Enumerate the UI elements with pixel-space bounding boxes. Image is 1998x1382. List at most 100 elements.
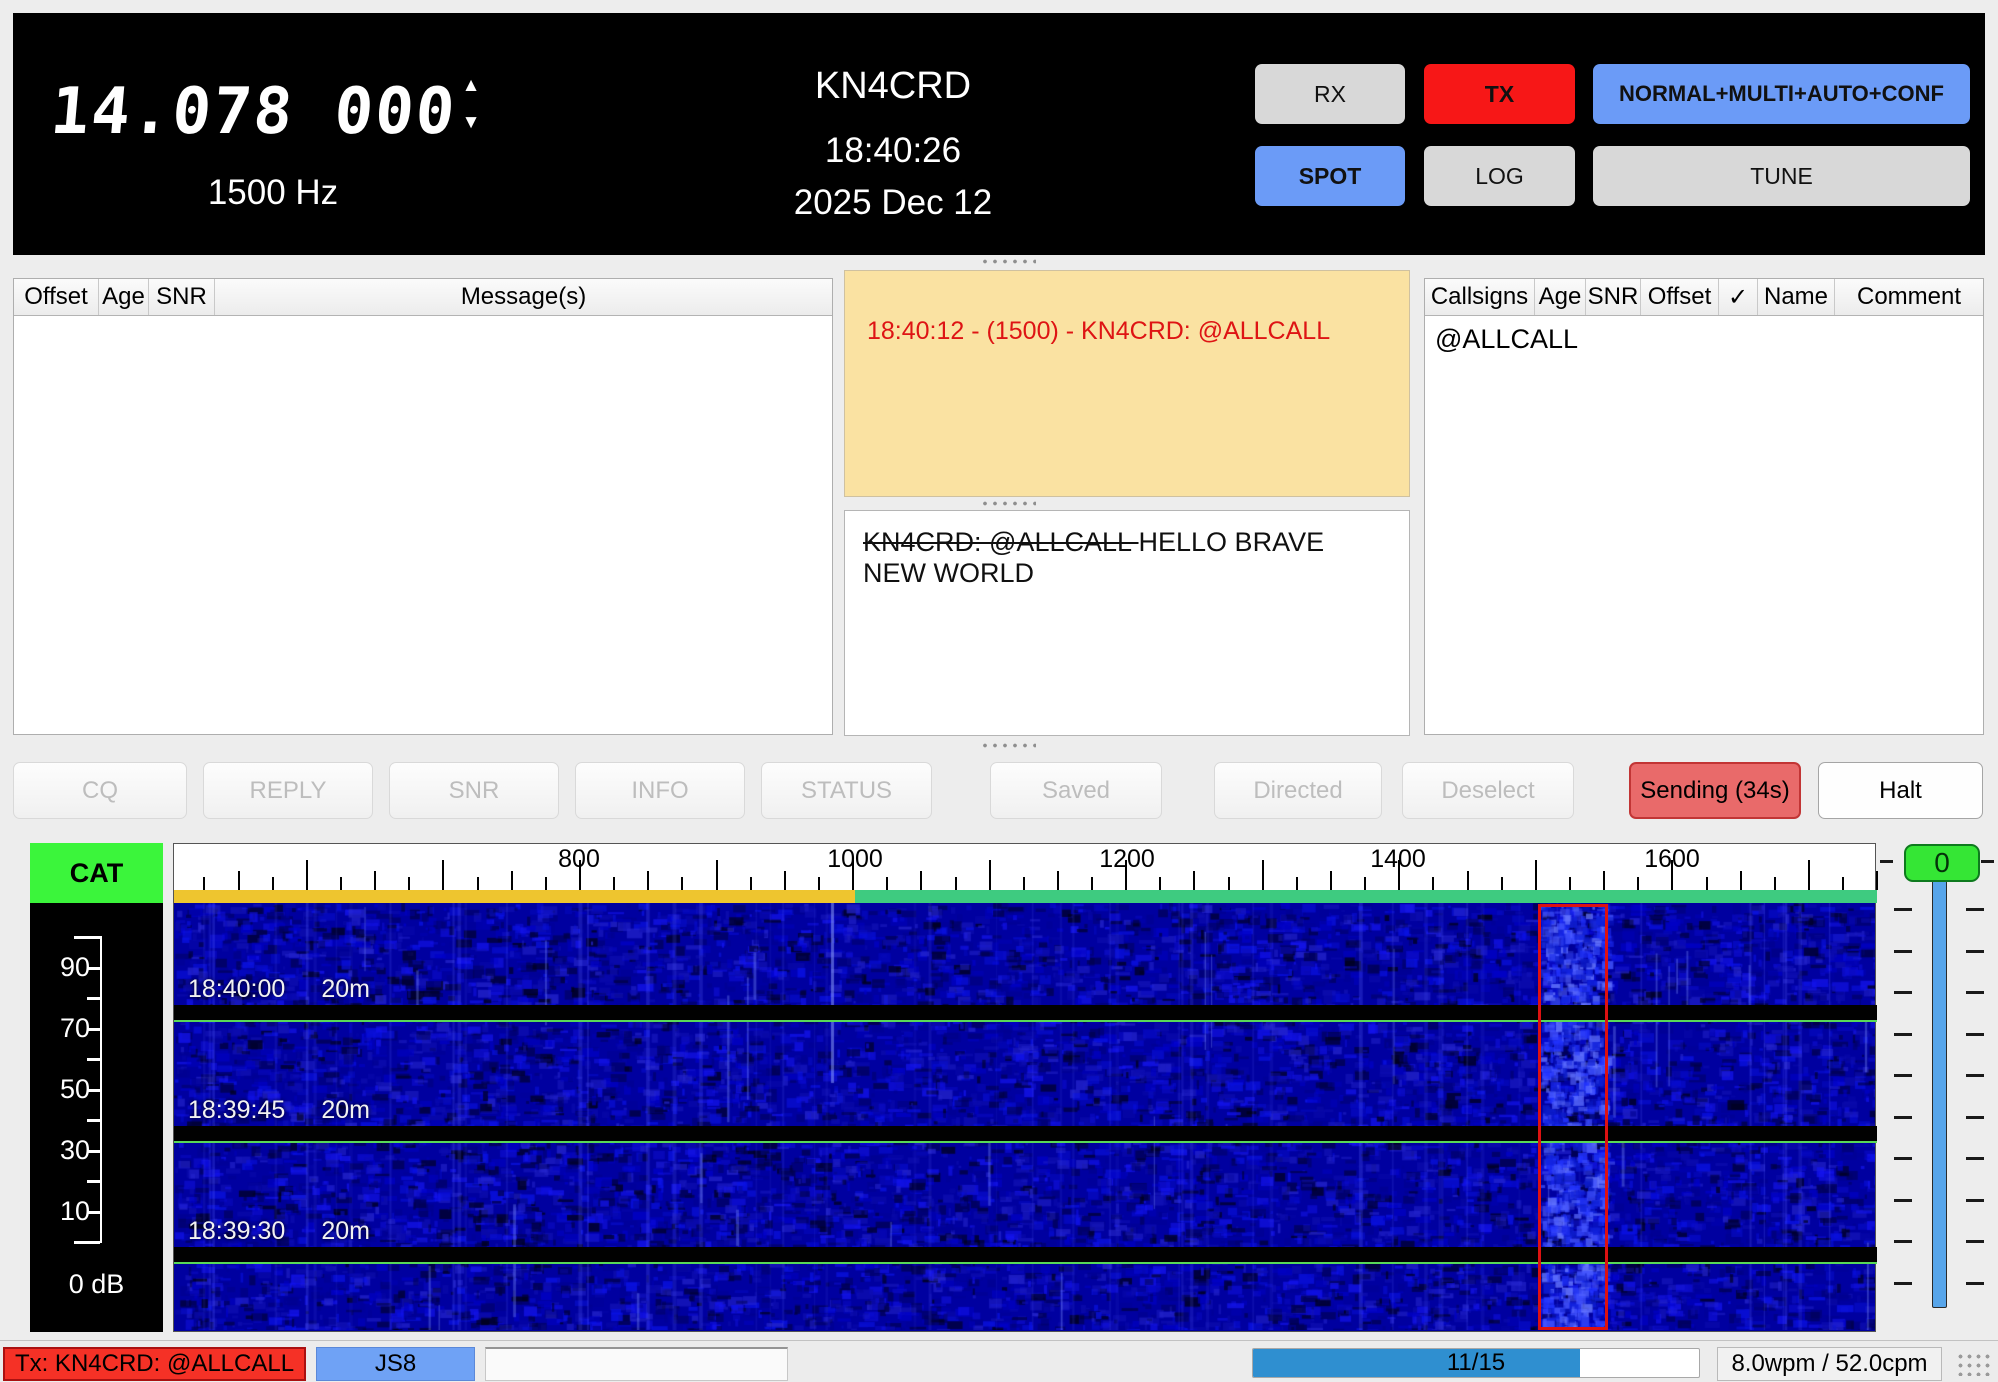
saved-button[interactable]: Saved [990,762,1162,819]
tick [1125,860,1127,890]
timestamp-band: 20m [321,975,370,1004]
compose-sent-text: KN4CRD: @ALLCALL [863,527,1139,557]
tick [87,1211,100,1214]
col-offset[interactable]: Offset [14,279,99,315]
tick [1876,871,1878,890]
tune-button[interactable]: TUNE [1593,146,1970,206]
log-button[interactable]: LOG [1424,146,1575,206]
snr-button[interactable]: SNR [389,762,559,819]
tick [1808,860,1810,890]
col-snr[interactable]: SNR [1586,279,1641,315]
waterfall-timestamp: 18:39:45 20m [188,1096,370,1125]
tick [1842,877,1844,890]
tick [1091,877,1093,890]
tick [1966,991,1984,994]
tick [716,860,718,890]
tick [1966,1240,1984,1243]
col-age[interactable]: Age [1535,279,1586,315]
tick [87,997,100,1000]
deselect-button[interactable]: Deselect [1402,762,1574,819]
submode-band [174,890,1877,903]
sending-button[interactable]: Sending (34s) [1629,762,1801,819]
tick [1262,860,1264,890]
tick [989,860,991,890]
tick [1894,1033,1912,1036]
status-bar: Tx: KN4CRD: @ALLCALL JS8 11/15 8.0wpm / … [0,1340,1998,1382]
frequency-display[interactable]: 14.078 000 [48,75,454,147]
tick [1740,871,1742,890]
col-snr[interactable]: SNR [149,279,215,315]
rig-panel: 14.078 000 ▲ ▼ 1500 Hz KN4CRD 18:40:26 2… [13,13,1985,255]
tick [87,1119,100,1122]
db-tick-label: 30 [44,1135,90,1166]
frequency-scale[interactable]: 800 1000 1200 1400 1600 [173,843,1876,903]
callsign-row-allcall[interactable]: @ALLCALL [1425,316,1983,363]
tick [1966,908,1984,911]
tx-progress-bar: 11/15 [1252,1348,1700,1378]
audio-offset-label: 1500 Hz [123,173,423,213]
rx-message-text: 18:40:12 - (1500) - KN4CRD: @ALLCALL [867,317,1330,346]
mode-button[interactable]: NORMAL+MULTI+AUTO+CONF [1593,64,1970,124]
tick [1774,877,1776,890]
utc-date: 2025 Dec 12 [693,183,1093,223]
tick [87,1150,100,1153]
tick [272,877,274,890]
tick [87,1180,100,1183]
timestamp-time: 18:40:00 [188,975,285,1004]
tx-button[interactable]: TX [1424,64,1575,124]
directed-button[interactable]: Directed [1214,762,1382,819]
tick [238,871,240,890]
cq-button[interactable]: CQ [13,762,187,819]
col-messages[interactable]: Message(s) [215,279,832,315]
compose-input[interactable]: KN4CRD: @ALLCALL HELLO BRAVE NEW WORLD [844,510,1410,736]
tick [1706,877,1708,890]
gain-slider-groove[interactable] [1932,878,1947,1308]
tick [1894,1282,1912,1285]
frequency-up-icon[interactable]: ▲ [451,75,491,105]
rx-button[interactable]: RX [1255,64,1405,124]
splitter-handle[interactable] [980,500,1036,507]
tick [1535,860,1537,890]
tick [1637,877,1639,890]
tick [1981,860,1994,863]
tick [1966,1282,1984,1285]
col-name[interactable]: Name [1758,279,1835,315]
own-callsign: KN4CRD [693,65,1093,108]
col-age[interactable]: Age [99,279,149,315]
tick [784,871,786,890]
col-offset[interactable]: Offset [1641,279,1719,315]
resize-grip[interactable] [1956,1352,1990,1376]
timestamp-time: 18:39:45 [188,1096,285,1125]
tick [511,871,513,890]
tick [750,877,752,890]
reply-button[interactable]: REPLY [203,762,373,819]
info-button[interactable]: INFO [575,762,745,819]
timestamp-band: 20m [321,1096,370,1125]
waterfall-canvas[interactable] [174,903,1875,1330]
halt-button[interactable]: Halt [1818,762,1983,819]
tick [1432,877,1434,890]
col-callsigns[interactable]: Callsigns [1425,279,1535,315]
spot-button[interactable]: SPOT [1255,146,1405,206]
frequency-down-icon[interactable]: ▼ [451,112,491,142]
tx-status-badge: Tx: KN4CRD: @ALLCALL [3,1347,306,1381]
tick [1193,871,1195,890]
tick [1467,871,1469,890]
tick [647,871,649,890]
splitter-handle[interactable] [980,742,1036,749]
cat-indicator-button[interactable]: CAT [30,843,163,903]
gain-slider-handle[interactable]: 0 [1904,844,1980,882]
tick [1894,1240,1912,1243]
rx-message-frame[interactable]: 18:40:12 - (1500) - KN4CRD: @ALLCALL [844,270,1410,497]
tick [818,877,820,890]
col-check[interactable]: ✓ [1719,279,1758,315]
splitter-handle[interactable] [980,258,1036,265]
band-low-segment [174,890,855,903]
col-comment[interactable]: Comment [1835,279,1983,315]
status-button[interactable]: STATUS [761,762,932,819]
tick [1966,1033,1984,1036]
tick [1966,1157,1984,1160]
tick [74,936,100,939]
tick [1894,991,1912,994]
tick [579,860,581,890]
